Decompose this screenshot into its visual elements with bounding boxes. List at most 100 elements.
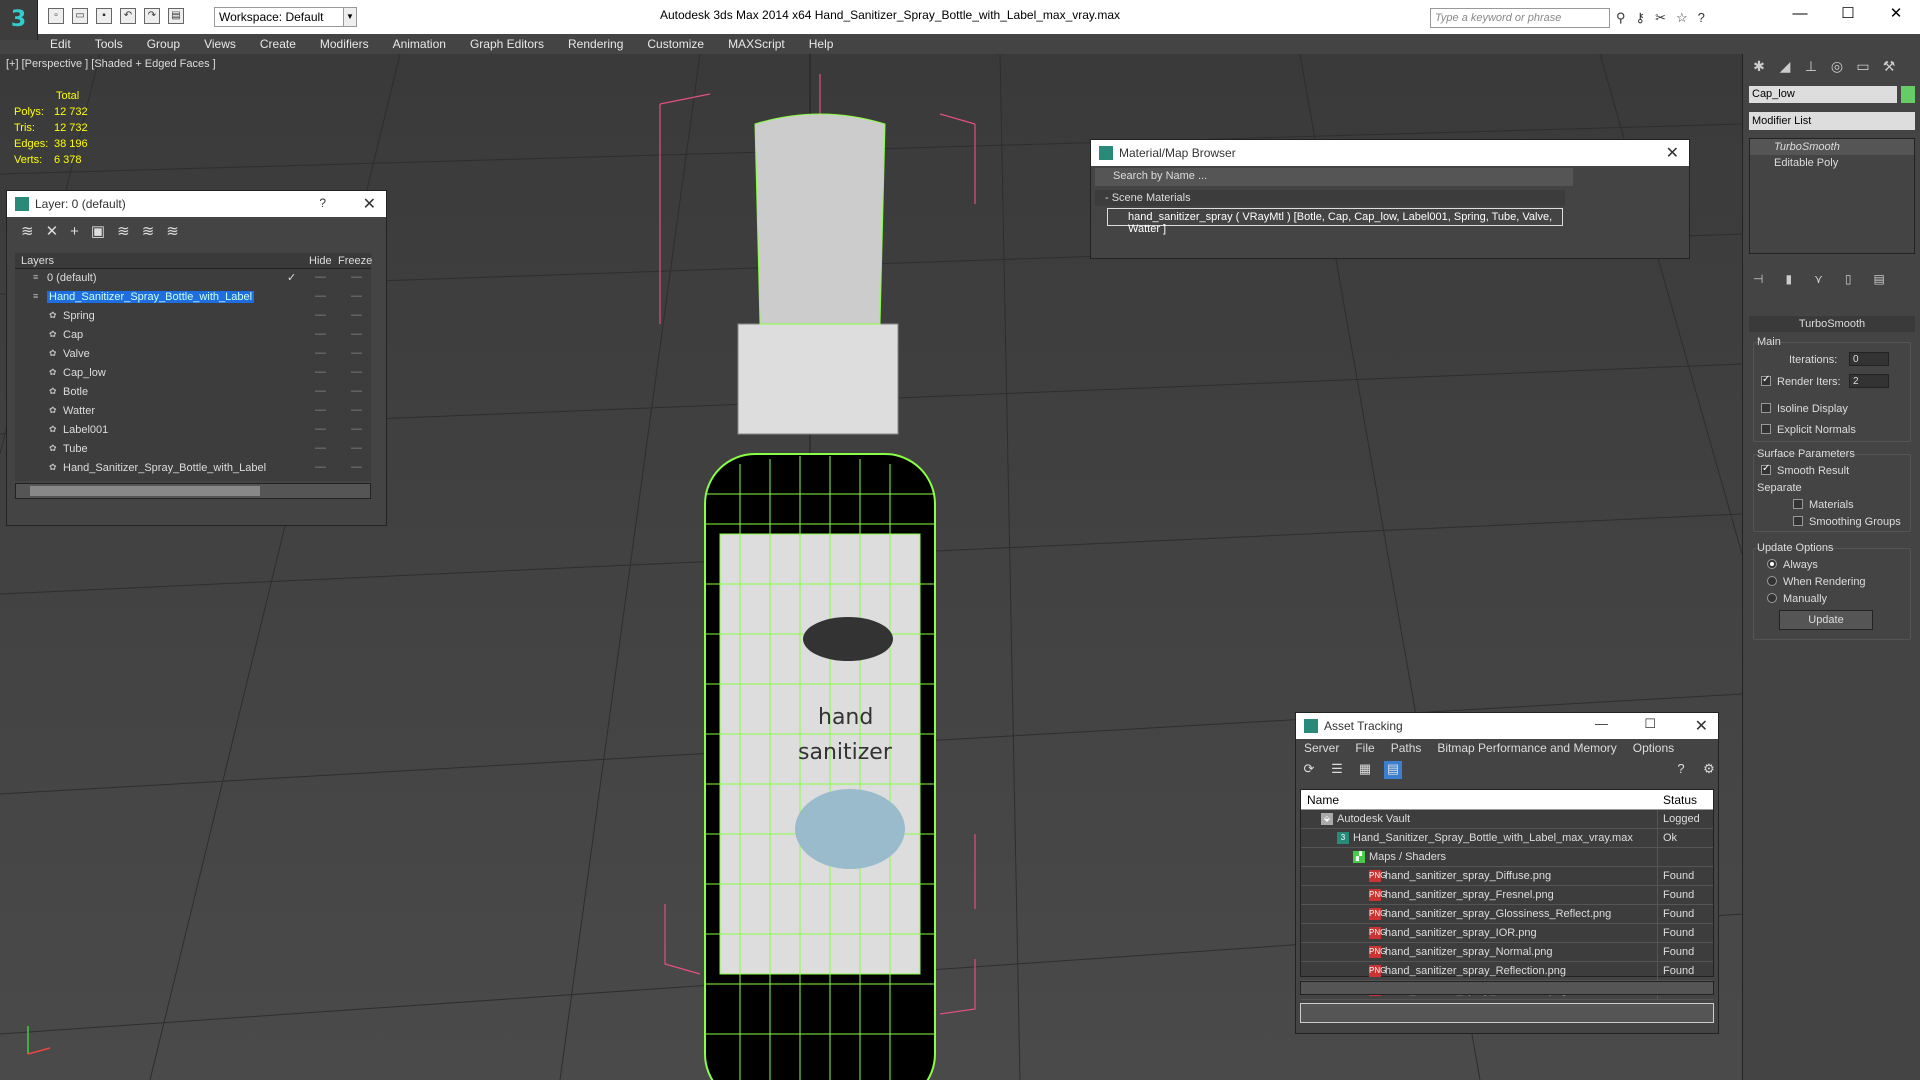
always-radio[interactable] [1767,559,1777,569]
render-iters-checkbox[interactable] [1761,374,1771,386]
hide-toggle[interactable]: — [315,347,326,359]
layer-row[interactable]: ✿ Botle — — [15,383,371,402]
asset-row[interactable]: PNG hand_sanitizer_spray_Fresnel.png Found [1301,886,1713,905]
scene-materials-group[interactable]: - Scene Materials [1095,190,1565,206]
layer-panel-titlebar[interactable]: Layer: 0 (default) ? ✕ [7,191,386,217]
close-icon[interactable]: ✕ [1666,143,1679,163]
column-freeze[interactable]: Freeze [338,255,372,267]
menu-edit[interactable]: Edit [38,37,83,51]
asset-row[interactable]: PNG hand_sanitizer_spray_Glossiness_Refle… [1301,905,1713,924]
maximize-button[interactable]: ☐ [1644,716,1656,732]
update-button[interactable]: Update [1779,610,1873,630]
freeze-toggle[interactable]: — [351,385,362,397]
freeze-toggle[interactable]: — [351,347,362,359]
utilities-tab-icon[interactable]: ⚒ [1879,58,1899,78]
app-logo-button[interactable]: 3 [0,0,38,40]
tools-icon[interactable]: ✂ [1655,10,1666,26]
freeze-toggle[interactable]: — [351,423,362,435]
isoline-checkbox[interactable] [1761,403,1771,413]
material-browser-titlebar[interactable]: Material/Map Browser ✕ [1091,140,1689,166]
menu-maxscript[interactable]: MAXScript [716,37,797,51]
smooth-result-checkbox[interactable] [1761,463,1771,475]
modify-tab-icon[interactable]: ◢ [1775,58,1795,78]
object-color-swatch[interactable] [1901,86,1915,103]
workspace-dropdown[interactable]: Workspace: Default [214,7,354,27]
menu-file[interactable]: File [1347,739,1382,759]
table-view-icon[interactable]: ▤ [1384,761,1402,779]
key-icon[interactable]: ⚷ [1636,10,1646,26]
delete-layer-icon[interactable]: ✕ [46,222,59,240]
remove-modifier-icon[interactable]: ▯ [1845,272,1852,286]
minimize-button[interactable]: — [1776,0,1824,30]
hide-toggle[interactable]: — [315,404,326,416]
asset-row[interactable]: PNG hand_sanitizer_spray_Reflection.png Fo… [1301,962,1713,981]
list-view-icon[interactable]: ☰ [1328,761,1346,779]
layer-row[interactable]: ✿ Spring — — [15,307,371,326]
make-unique-icon[interactable]: ⋎ [1814,272,1823,286]
pin-stack-icon[interactable]: ⊣ [1753,272,1763,286]
column-status[interactable]: Status [1663,793,1697,807]
hide-toggle[interactable]: — [315,290,326,302]
freeze-all-icon[interactable]: ≋ [166,222,179,240]
layers-icon[interactable]: ≋ [21,222,34,240]
menu-graph-editors[interactable]: Graph Editors [458,37,556,51]
layer-row[interactable]: ≡ 0 (default) ✓ — — [15,269,371,288]
menu-options[interactable]: Options [1625,739,1682,759]
create-tab-icon[interactable]: ✱ [1749,58,1769,78]
layer-row[interactable]: ✿ Tube — — [15,440,371,459]
help-button[interactable]: ? [319,196,326,210]
menu-server[interactable]: Server [1296,739,1347,759]
layer-row[interactable]: ✿ Cap_low — — [15,364,371,383]
column-layers[interactable]: Layers [21,255,54,267]
viewport-label[interactable]: [+] [Perspective ] [Shaded + Edged Faces… [6,58,216,70]
open-file-icon[interactable]: ▭ [72,8,88,24]
when-rendering-radio[interactable] [1767,576,1777,586]
layer-row[interactable]: ✿ Cap — — [15,326,371,345]
thumbnail-view-icon[interactable]: ▦ [1356,761,1374,779]
help-icon[interactable]: ? [1698,10,1705,26]
asset-path-field[interactable] [1300,1003,1714,1023]
menu-views[interactable]: Views [192,37,248,51]
freeze-toggle[interactable]: — [351,442,362,454]
show-end-result-icon[interactable]: ▮ [1785,272,1792,286]
redo-icon[interactable]: ↷ [144,8,160,24]
hide-all-icon[interactable]: ≋ [142,222,155,240]
freeze-toggle[interactable]: — [351,290,362,302]
layer-row[interactable]: ✿ Valve — — [15,345,371,364]
select-layer-icon[interactable]: ▣ [91,222,105,240]
add-layer-icon[interactable]: + [70,223,79,240]
refresh-icon[interactable]: ⟳ [1300,761,1318,779]
column-name[interactable]: Name [1307,793,1339,807]
hide-toggle[interactable]: — [315,461,326,473]
layer-row[interactable]: ≡ Hand_Sanitizer_Spray_Bottle_with_Label —… [15,288,371,307]
options-icon[interactable]: ⚙ [1700,761,1718,779]
stack-item-editable-poly[interactable]: Editable Poly [1750,155,1914,171]
menu-group[interactable]: Group [135,37,192,51]
configure-sets-icon[interactable]: ▤ [1873,272,1884,286]
menu-create[interactable]: Create [248,37,308,51]
hide-toggle[interactable]: — [315,385,326,397]
undo-icon[interactable]: ↶ [120,8,136,24]
iterations-spinner[interactable]: 0 [1849,352,1889,366]
hide-toggle[interactable]: — [315,423,326,435]
menu-customize[interactable]: Customize [635,37,716,51]
menu-help[interactable]: Help [797,37,846,51]
display-tab-icon[interactable]: ▭ [1853,58,1873,78]
motion-tab-icon[interactable]: ◎ [1827,58,1847,78]
star-icon[interactable]: ☆ [1676,10,1688,26]
chevron-down-icon[interactable]: ▼ [343,7,357,27]
new-file-icon[interactable]: ▫ [48,8,64,24]
column-hide[interactable]: Hide [309,255,332,267]
asset-row[interactable]: 3 Hand_Sanitizer_Spray_Bottle_with_Label_… [1301,829,1713,848]
project-folder-icon[interactable]: ▤ [168,8,184,24]
save-icon[interactable]: ▪ [96,8,112,24]
explicit-normals-checkbox[interactable] [1761,424,1771,434]
material-search-input[interactable]: Search by Name ... [1095,168,1573,186]
manually-radio[interactable] [1767,593,1777,603]
scrollbar-thumb[interactable] [30,486,260,496]
object-name-field[interactable]: Cap_low [1749,86,1897,103]
asset-tracking-titlebar[interactable]: Asset Tracking — ☐ ✕ [1296,713,1718,739]
current-layer-check-icon[interactable]: ✓ [287,271,296,284]
menu-paths[interactable]: Paths [1383,739,1430,759]
hierarchy-tab-icon[interactable]: ⊥ [1801,58,1821,78]
